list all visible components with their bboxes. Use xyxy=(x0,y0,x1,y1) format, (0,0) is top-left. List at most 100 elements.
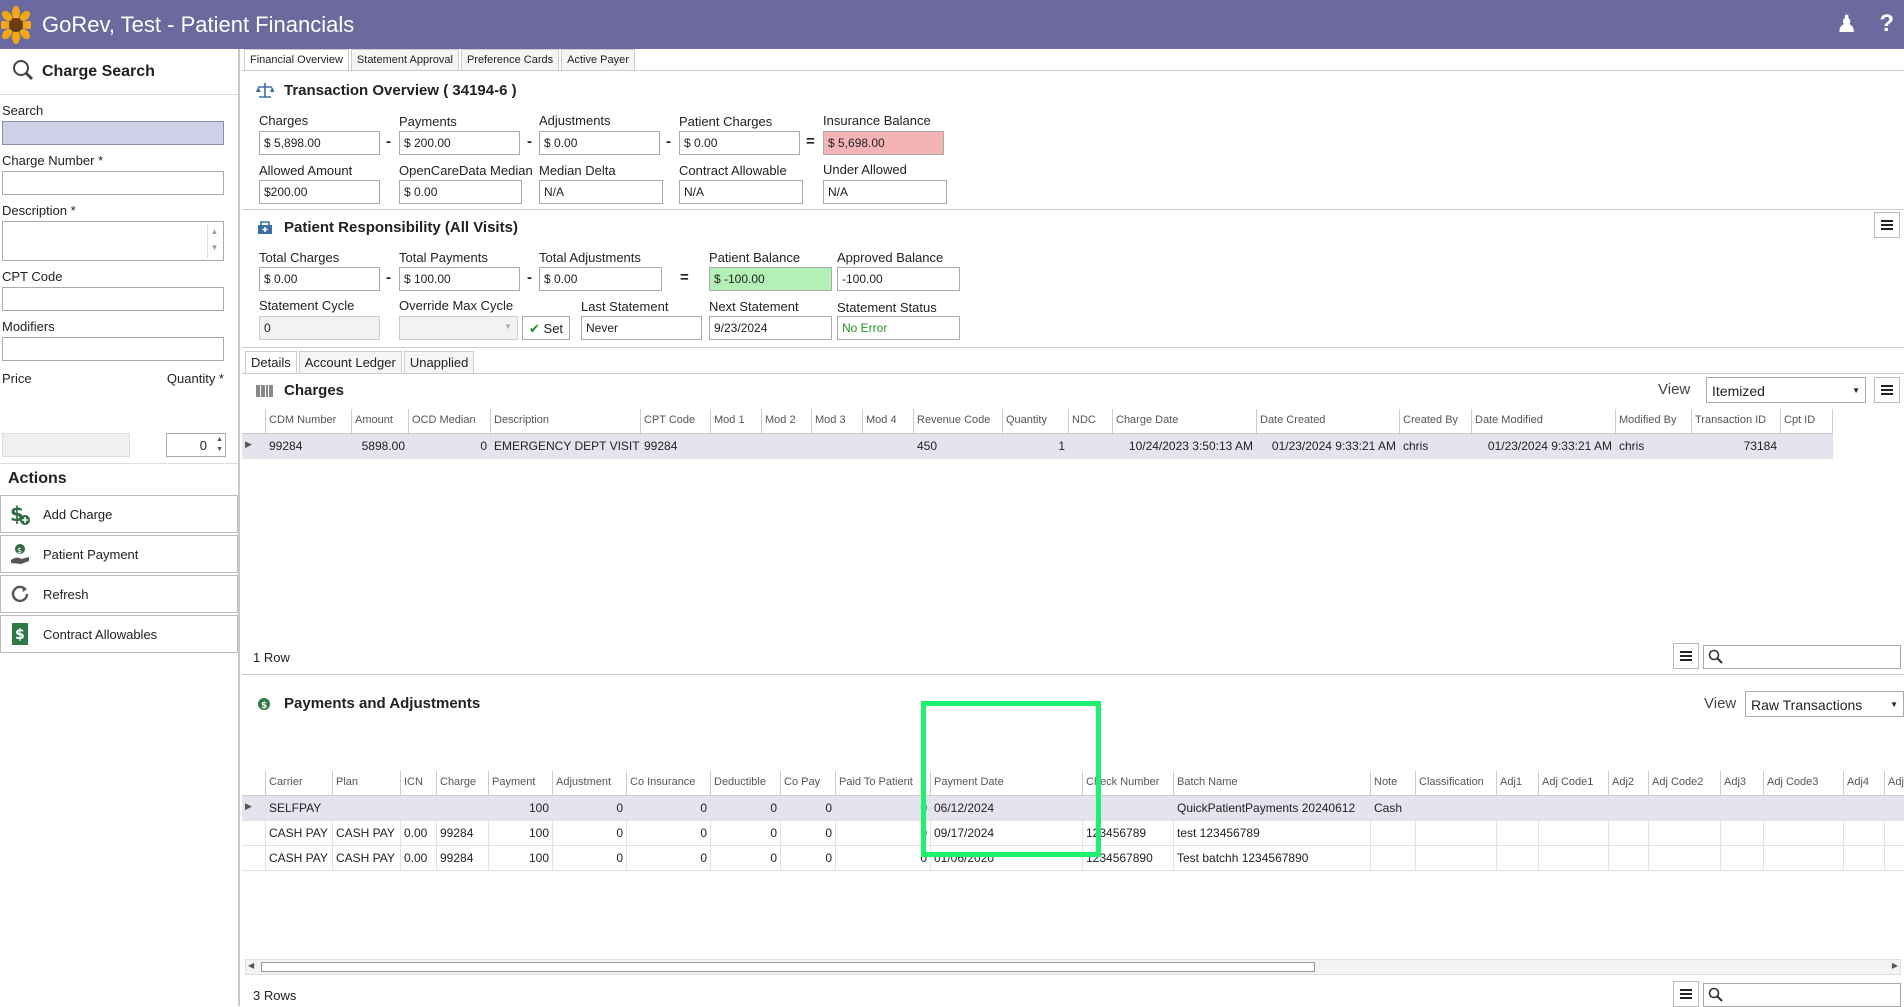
adjustments-field[interactable]: $ 0.00 xyxy=(539,131,660,155)
total-charges-field[interactable]: $ 0.00 xyxy=(259,267,380,291)
cell xyxy=(1497,846,1539,871)
statement-cycle-field[interactable]: 0 xyxy=(259,316,380,340)
charges-view-select[interactable]: Itemized ▼ xyxy=(1706,377,1866,403)
column-header[interactable]: Batch Name xyxy=(1174,771,1371,796)
column-header[interactable]: Co Insurance xyxy=(627,771,711,796)
column-header[interactable]: Quantity xyxy=(1003,409,1069,434)
next-statement-field[interactable]: 9/23/2024 xyxy=(709,316,832,340)
tab-statement-approval[interactable]: Statement Approval xyxy=(350,49,459,70)
scrollbar-thumb[interactable] xyxy=(261,962,1315,972)
row-expander-icon[interactable]: ▶ xyxy=(242,796,266,821)
set-button[interactable]: ✔ Set xyxy=(522,316,571,340)
column-header[interactable]: Created By xyxy=(1400,409,1472,434)
override-max-cycle-select[interactable]: ▼ xyxy=(399,316,518,340)
column-header[interactable]: Payment xyxy=(489,771,553,796)
charge-number-input[interactable] xyxy=(2,171,224,195)
approved-balance-field[interactable]: -100.00 xyxy=(837,267,960,291)
column-header[interactable]: Adj Code2 xyxy=(1649,771,1721,796)
column-header[interactable]: Charge xyxy=(437,771,489,796)
responsibility-menu-icon[interactable] xyxy=(1874,212,1900,238)
charges-field[interactable]: $ 5,898.00 xyxy=(259,131,380,155)
column-header[interactable]: Classification xyxy=(1416,771,1497,796)
modifiers-input[interactable] xyxy=(2,337,224,361)
scroll-left-icon[interactable]: ◀ xyxy=(248,961,254,970)
column-header[interactable]: Cpt ID xyxy=(1781,409,1833,434)
tab-preference-cards[interactable]: Preference Cards xyxy=(460,49,560,70)
column-header[interactable]: Revenue Code xyxy=(914,409,1003,434)
column-header[interactable]: Amount xyxy=(352,409,409,434)
description-input[interactable]: ▲ ▼ xyxy=(2,221,224,261)
insurance-balance-field[interactable]: $ 5,698.00 xyxy=(823,131,944,155)
charges-grid-search-input[interactable] xyxy=(1703,645,1901,669)
users-key-icon[interactable]: ♟ xyxy=(1836,10,1858,39)
payments-grid-menu-icon[interactable] xyxy=(1673,981,1699,1007)
scroll-right-icon[interactable]: ▶ xyxy=(1892,961,1898,970)
price-input[interactable] xyxy=(2,433,130,457)
median-delta-field[interactable]: N/A xyxy=(539,180,663,204)
quantity-stepper[interactable]: 0 ▲ ▼ xyxy=(166,433,226,457)
tab-financial-overview[interactable]: Financial Overview xyxy=(244,49,349,70)
charges-grid-menu-icon[interactable] xyxy=(1673,643,1699,669)
column-header[interactable]: Mod 2 xyxy=(762,409,812,434)
payments-grid-search-input[interactable] xyxy=(1703,983,1901,1007)
contract-allowable-field[interactable]: N/A xyxy=(679,180,803,204)
allowed-amount-field[interactable]: $200.00 xyxy=(259,180,380,204)
table-row[interactable]: ▶ 99284 5898.00 0 EMERGENCY DEPT VISIT 9… xyxy=(242,434,1833,459)
column-header[interactable]: Co Pay xyxy=(781,771,836,796)
row-expander-icon[interactable]: ▶ xyxy=(242,434,266,459)
column-header[interactable]: OCD Median xyxy=(409,409,491,434)
column-header[interactable]: Adj3 xyxy=(1721,771,1764,796)
column-header[interactable]: ICN xyxy=(401,771,437,796)
column-header[interactable]: Date Modified xyxy=(1472,409,1616,434)
column-header[interactable]: Plan xyxy=(333,771,401,796)
quantity-spin-icon[interactable]: ▲ ▼ xyxy=(216,435,223,455)
column-header[interactable]: Deductible xyxy=(711,771,781,796)
column-header[interactable]: Date Created xyxy=(1257,409,1400,434)
column-header[interactable]: Note xyxy=(1371,771,1416,796)
tab-details[interactable]: Details xyxy=(245,351,297,374)
column-header[interactable]: NDC xyxy=(1069,409,1113,434)
column-header[interactable]: Adj Code1 xyxy=(1539,771,1609,796)
contract-allowables-button[interactable]: $ Contract Allowables xyxy=(0,615,238,653)
column-header[interactable]: Mod 1 xyxy=(711,409,762,434)
column-header[interactable]: Adj1 xyxy=(1497,771,1539,796)
description-scrollbar[interactable]: ▲ ▼ xyxy=(207,224,221,258)
total-adjustments-field[interactable]: $ 0.00 xyxy=(539,267,662,291)
tab-unapplied[interactable]: Unapplied xyxy=(403,351,475,374)
column-header[interactable]: Description xyxy=(491,409,641,434)
last-statement-field[interactable]: Never xyxy=(581,316,702,340)
column-header[interactable]: Charge Date xyxy=(1113,409,1257,434)
patient-payment-button[interactable]: $ Patient Payment xyxy=(0,535,238,573)
column-header[interactable]: Adj4 xyxy=(1844,771,1885,796)
column-header[interactable]: Mod 3 xyxy=(812,409,863,434)
column-header[interactable]: CDM Number xyxy=(266,409,352,434)
column-header[interactable]: Modified By xyxy=(1616,409,1692,434)
refresh-button[interactable]: Refresh xyxy=(0,575,238,613)
statement-status-field[interactable]: No Error xyxy=(837,316,960,340)
add-charge-button[interactable]: $ Add Charge xyxy=(0,495,238,533)
under-allowed-field[interactable]: N/A xyxy=(823,180,947,204)
column-header[interactable]: Mod 4 xyxy=(863,409,914,434)
column-header[interactable]: Adj C xyxy=(1885,771,1904,796)
payments-view-select[interactable]: Raw Transactions ▼ xyxy=(1745,691,1904,717)
column-header[interactable]: Transaction ID xyxy=(1692,409,1781,434)
column-header[interactable]: Paid To Patient xyxy=(836,771,931,796)
tab-account-ledger[interactable]: Account Ledger xyxy=(298,351,402,374)
column-header[interactable]: CPT Code xyxy=(641,409,711,434)
tab-active-payer[interactable]: Active Payer xyxy=(561,49,635,70)
charges-menu-icon[interactable] xyxy=(1874,377,1900,403)
column-header[interactable]: Carrier xyxy=(266,771,333,796)
ocd-median-field[interactable]: $ 0.00 xyxy=(399,180,522,204)
column-header[interactable]: Adjustment xyxy=(553,771,627,796)
help-icon[interactable]: ? xyxy=(1879,10,1894,39)
patient-charges-field[interactable]: $ 0.00 xyxy=(679,131,800,155)
column-header[interactable]: Adj Code3 xyxy=(1764,771,1844,796)
cpt-code-input[interactable] xyxy=(2,287,224,311)
payments-field[interactable]: $ 200.00 xyxy=(399,131,520,155)
column-header[interactable]: Adj2 xyxy=(1609,771,1649,796)
search-input[interactable] xyxy=(2,121,224,145)
patient-balance-field[interactable]: $ -100.00 xyxy=(709,267,832,291)
total-payments-field[interactable]: $ 100.00 xyxy=(399,267,520,291)
payments-horizontal-scrollbar[interactable]: ◀ ▶ xyxy=(245,959,1901,975)
refresh-icon xyxy=(9,582,31,606)
